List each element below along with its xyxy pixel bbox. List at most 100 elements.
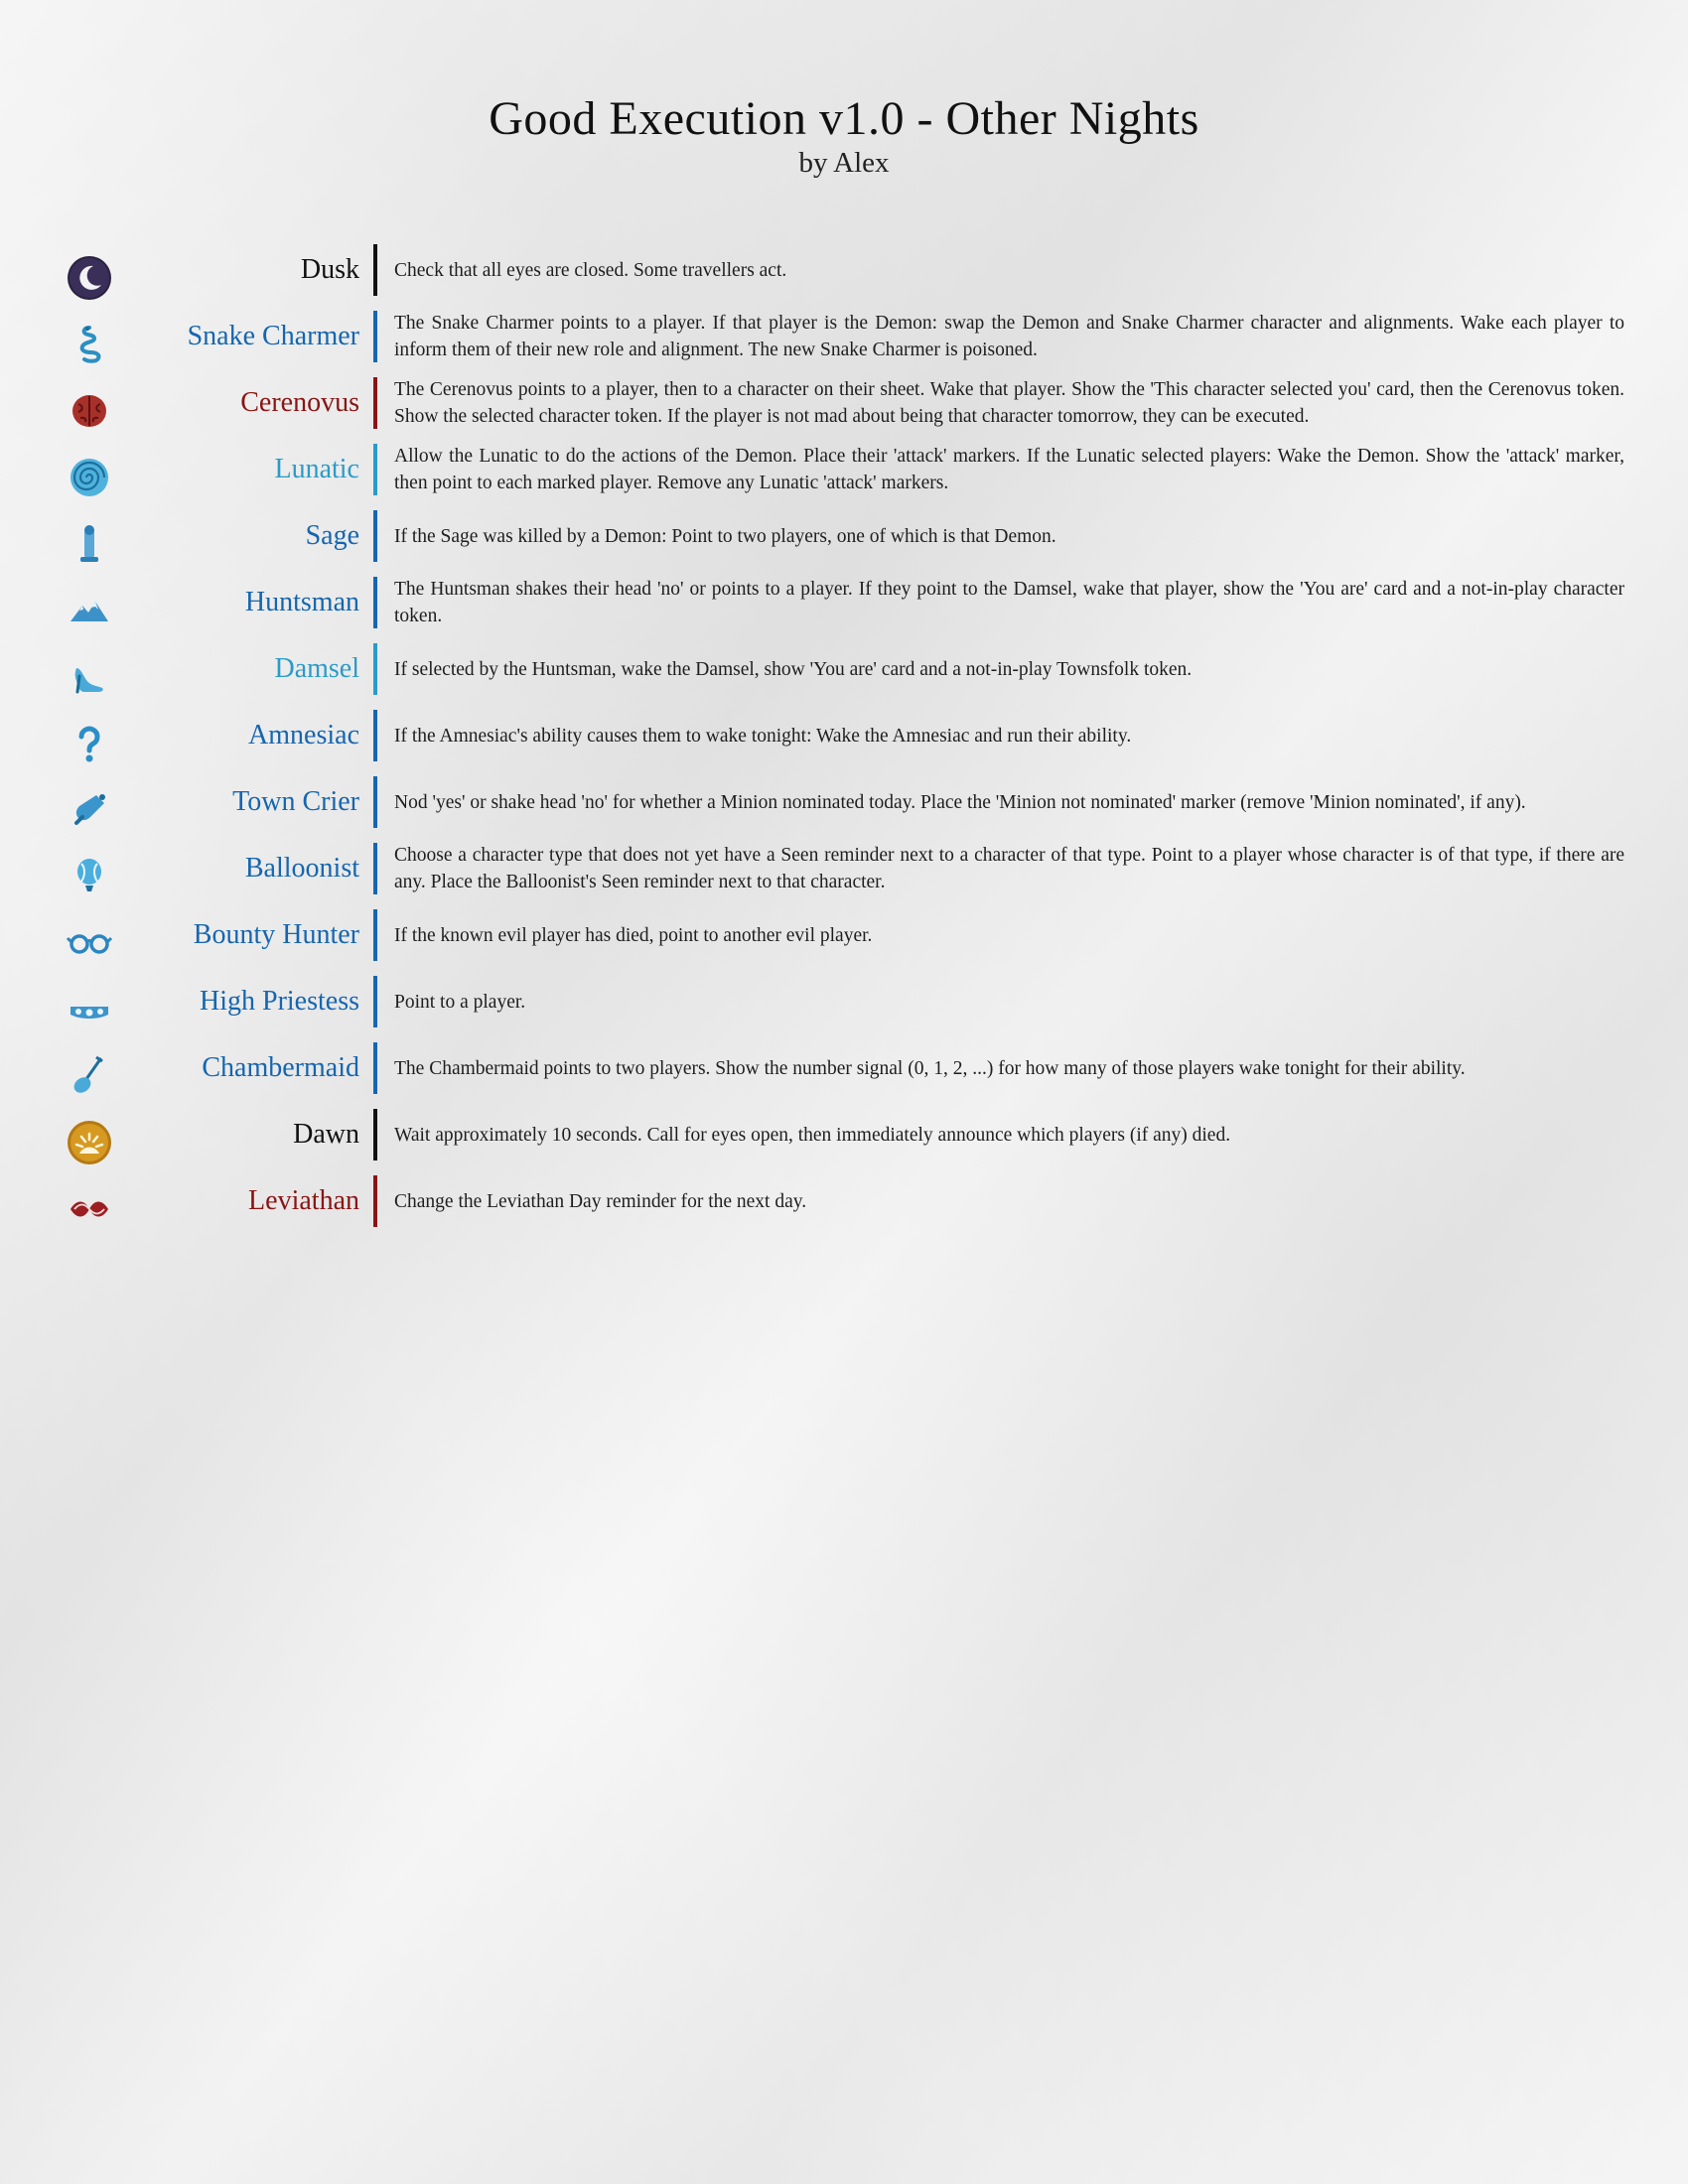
character-name: Snake Charmer <box>187 321 359 351</box>
question-mark-icon <box>66 720 113 767</box>
ability-instructions-text: If the Amnesiac's ability causes them to… <box>394 725 1132 747</box>
ability-instructions-text: The Huntsman shakes their head 'no' or p… <box>394 579 1624 626</box>
team-color-bar <box>373 577 377 628</box>
tiara-icon <box>66 986 113 1033</box>
night-order-row: High Priestess Point to a player. <box>0 976 1688 1042</box>
ability-instructions: The Cerenovus points to a player, then t… <box>394 377 1624 429</box>
header: Good Execution v1.0 - Other Nights by Al… <box>0 91 1688 179</box>
ability-instructions: The Snake Charmer points to a player. If… <box>394 311 1624 362</box>
night-order-row: Lunatic Allow the Lunatic to do the actio… <box>0 444 1688 510</box>
page-title: Good Execution v1.0 - Other Nights <box>489 92 1199 145</box>
character-name: Sage <box>305 520 359 551</box>
ability-instructions: The Chambermaid points to two players. S… <box>394 1042 1624 1094</box>
feather-duster-icon-graphic <box>73 1055 103 1093</box>
feather-duster-icon <box>66 1052 113 1100</box>
spectacles-icon-graphic <box>66 934 113 954</box>
night-order-row: Huntsman The Huntsman shakes their head '… <box>0 577 1688 643</box>
team-color-bar <box>373 444 377 495</box>
ability-instructions: If the known evil player has died, point… <box>394 909 1624 961</box>
sun-icon-graphic <box>68 1121 111 1164</box>
character-name: Dawn <box>293 1119 359 1150</box>
character-name: Leviathan <box>248 1185 359 1216</box>
team-color-bar <box>373 510 377 562</box>
character-name: Lunatic <box>274 454 359 484</box>
team-color-bar <box>373 377 377 429</box>
team-color-bar <box>373 776 377 828</box>
sage-figure-icon-graphic <box>80 525 98 562</box>
spiral-icon-graphic <box>70 459 108 496</box>
ability-instructions: Wait approximately 10 seconds. Call for … <box>394 1109 1624 1160</box>
sun-icon <box>66 1119 113 1166</box>
team-color-bar <box>373 710 377 761</box>
night-order-row: Dawn Wait approximately 10 seconds. Call … <box>0 1109 1688 1175</box>
team-color-bar <box>373 244 377 296</box>
ability-instructions: Choose a character type that does not ye… <box>394 843 1624 894</box>
character-name: Bounty Hunter <box>193 919 359 950</box>
ability-instructions: Check that all eyes are closed. Some tra… <box>394 244 1624 296</box>
moon-icon <box>66 254 113 302</box>
ability-instructions-text: The Snake Charmer points to a player. If… <box>394 313 1624 360</box>
team-color-bar <box>373 1042 377 1094</box>
night-order-row: Sage If the Sage was killed by a Demon: P… <box>0 510 1688 577</box>
ability-instructions-text: Wait approximately 10 seconds. Call for … <box>394 1124 1231 1146</box>
ability-instructions-text: Check that all eyes are closed. Some tra… <box>394 259 787 281</box>
ability-instructions-text: Nod 'yes' or shake head 'no' for whether… <box>394 791 1526 813</box>
ability-instructions: Change the Leviathan Day reminder for th… <box>394 1175 1624 1227</box>
night-order-row: Damsel If selected by the Huntsman, wake … <box>0 643 1688 710</box>
snake-icon <box>66 321 113 368</box>
night-order-row: Bounty Hunter If the known evil player ha… <box>0 909 1688 976</box>
team-color-bar <box>373 909 377 961</box>
ability-instructions-text: Change the Leviathan Day reminder for th… <box>394 1190 807 1212</box>
ability-instructions-text: If the known evil player has died, point… <box>394 924 873 946</box>
night-order-row: Amnesiac If the Amnesiac's ability causes… <box>0 710 1688 776</box>
team-color-bar <box>373 1109 377 1160</box>
night-order-row: Cerenovus The Cerenovus points to a playe… <box>0 377 1688 444</box>
tiara-icon-graphic <box>70 1007 108 1019</box>
ability-instructions-text: Point to a player. <box>394 991 526 1013</box>
slipper-icon-graphic <box>74 668 103 694</box>
character-name: Amnesiac <box>248 720 359 751</box>
ability-instructions-text: If the Sage was killed by a Demon: Point… <box>394 525 1056 547</box>
character-name: Dusk <box>300 254 359 285</box>
balloon-icon <box>66 853 113 900</box>
team-color-bar <box>373 1175 377 1227</box>
night-order-row: Balloonist Choose a character type that d… <box>0 843 1688 909</box>
character-name: Chambermaid <box>202 1052 359 1083</box>
leviathan-icon <box>66 1185 113 1233</box>
night-order-row: Dusk Check that all eyes are closed. Some… <box>0 244 1688 311</box>
night-order-row: Town Crier Nod 'yes' or shake head 'no' f… <box>0 776 1688 843</box>
night-order-row: Snake Charmer The Snake Charmer points to… <box>0 311 1688 377</box>
ability-instructions: If the Amnesiac's ability causes them to… <box>394 710 1624 761</box>
bell-icon <box>66 786 113 834</box>
ability-instructions: If selected by the Huntsman, wake the Da… <box>394 643 1624 695</box>
ability-instructions-text: The Cerenovus points to a player, then t… <box>394 379 1624 427</box>
team-color-bar <box>373 976 377 1027</box>
balloon-icon-graphic <box>77 859 101 891</box>
ability-instructions-text: Choose a character type that does not ye… <box>394 845 1624 892</box>
sage-figure-icon <box>66 520 113 568</box>
team-color-bar <box>373 643 377 695</box>
ability-instructions: If the Sage was killed by a Demon: Point… <box>394 510 1624 562</box>
question-mark-icon-graphic <box>78 726 100 762</box>
ability-instructions-text: If selected by the Huntsman, wake the Da… <box>394 658 1193 680</box>
character-name: Town Crier <box>232 786 359 817</box>
ability-instructions: Nod 'yes' or shake head 'no' for whether… <box>394 776 1624 828</box>
night-order-row: Chambermaid The Chambermaid points to two… <box>0 1042 1688 1109</box>
team-color-bar <box>373 843 377 894</box>
ability-instructions-text: Allow the Lunatic to do the actions of t… <box>394 446 1624 493</box>
character-name: Balloonist <box>244 853 359 884</box>
mountain-icon-graphic <box>70 602 108 621</box>
spiral-icon <box>66 454 113 501</box>
night-order-row: Leviathan Change the Leviathan Day remind… <box>0 1175 1688 1242</box>
bell-icon-graphic <box>74 794 105 825</box>
snake-icon-graphic <box>79 326 101 363</box>
slipper-icon <box>66 653 113 701</box>
leviathan-icon-graphic <box>70 1201 108 1217</box>
character-name: Damsel <box>274 653 359 684</box>
ability-instructions: Allow the Lunatic to do the actions of t… <box>394 444 1624 495</box>
character-name: High Priestess <box>200 986 359 1017</box>
mountain-icon <box>66 587 113 634</box>
moon-icon-graphic <box>68 256 111 300</box>
ability-instructions: The Huntsman shakes their head 'no' or p… <box>394 577 1624 628</box>
spectacles-icon <box>66 919 113 967</box>
